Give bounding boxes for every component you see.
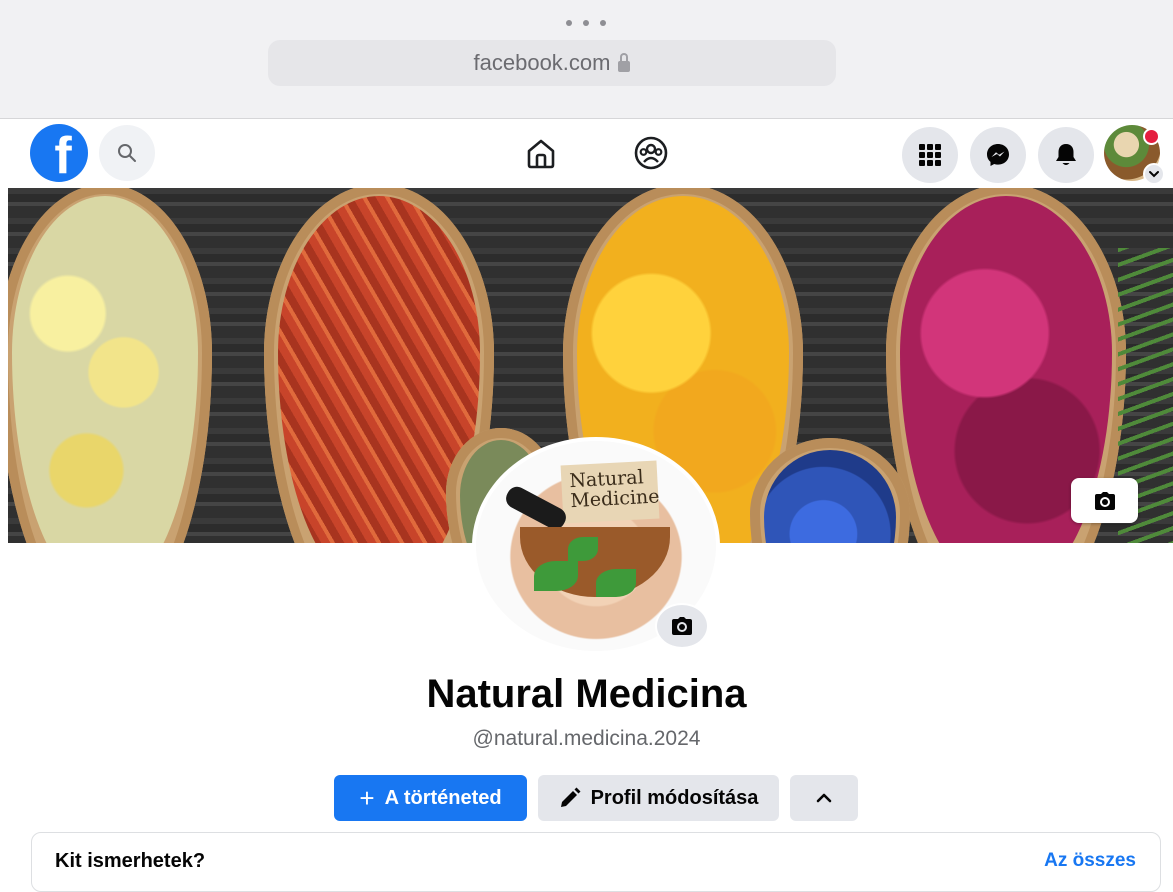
browser-chrome: facebook.com [0, 0, 1173, 119]
address-bar[interactable]: facebook.com [268, 40, 836, 86]
facebook-logo[interactable]: f [30, 124, 88, 182]
edit-profile-picture-button[interactable] [655, 603, 709, 649]
spoon-chamomile [8, 188, 212, 543]
edit-profile-button[interactable]: Profil módosítása [538, 775, 779, 821]
browser-more-icon[interactable] [566, 16, 606, 30]
chevron-up-icon [816, 793, 832, 803]
facebook-top-nav: f [0, 119, 1173, 188]
camera-icon [672, 617, 692, 635]
home-button[interactable] [521, 133, 561, 173]
home-icon [527, 139, 555, 169]
search-button[interactable] [99, 125, 155, 181]
pencil-icon [560, 787, 581, 807]
see-all-link[interactable]: Az összes [1044, 850, 1136, 872]
notifications-button[interactable] [1038, 127, 1094, 183]
menu-grid-icon [919, 144, 941, 166]
natural-medicine-card: Natural Medicine [560, 460, 660, 524]
search-icon [118, 144, 136, 162]
chevron-down-icon [1149, 171, 1159, 178]
edit-cover-photo-button[interactable] [1071, 478, 1138, 523]
add-story-label: A történeted [384, 786, 502, 809]
notifications-bell-icon [1056, 144, 1076, 165]
menu-button[interactable] [902, 127, 958, 183]
camera-icon [1094, 491, 1115, 510]
edit-profile-label: Profil módosítása [590, 786, 759, 809]
messenger-button[interactable] [970, 127, 1026, 183]
groups-icon [634, 136, 668, 170]
dropper-bottle [502, 483, 570, 533]
notification-dot [1143, 128, 1160, 145]
account-menu-chevron[interactable] [1143, 163, 1165, 185]
lock-icon [618, 52, 631, 72]
profile-handle: @natural.medicina.2024 [472, 727, 701, 750]
messenger-icon [987, 144, 1009, 166]
profile-name: Natural Medicina [426, 672, 747, 716]
plus-icon: + [359, 783, 375, 813]
people-you-may-know-card: Kit ismerhetek? Az összes [31, 832, 1161, 892]
add-story-button[interactable]: + A történeted [334, 775, 527, 821]
pymk-title: Kit ismerhetek? [55, 850, 206, 872]
more-options-button[interactable] [790, 775, 858, 821]
groups-button[interactable] [631, 133, 671, 173]
url-text: facebook.com [473, 50, 611, 75]
